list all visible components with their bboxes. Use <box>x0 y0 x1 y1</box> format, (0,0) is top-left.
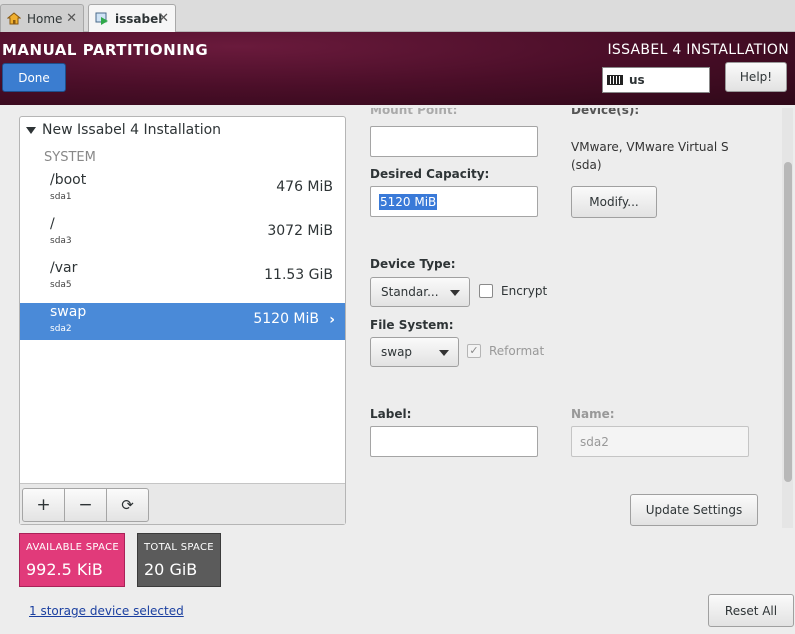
keyboard-layout-value: us <box>629 73 645 87</box>
name-field-label: Name: <box>571 407 615 421</box>
desired-capacity-value: 5120 MiB <box>379 193 438 210</box>
partition-size: 3072 MiB <box>267 223 333 239</box>
partition-row-root[interactable]: / sda3 3072 MiB <box>20 215 345 252</box>
partition-mount: swap <box>50 304 87 320</box>
desired-capacity-label: Desired Capacity: <box>370 167 490 181</box>
partition-mount: / <box>50 216 55 232</box>
device-type-select[interactable]: Standar... <box>370 277 470 307</box>
mount-point-label: Mount Point: <box>370 108 458 117</box>
header-banner: MANUAL PARTITIONING Done ISSABEL 4 INSTA… <box>0 32 795 105</box>
device-type-value: Standar... <box>381 285 439 299</box>
expander-triangle-icon <box>26 126 36 134</box>
partition-row-var[interactable]: /var sda5 11.53 GiB <box>20 259 345 296</box>
modify-button[interactable]: Modify... <box>571 186 657 218</box>
done-button[interactable]: Done <box>2 63 66 92</box>
keyboard-icon <box>607 75 623 85</box>
partition-device: sda2 <box>50 324 72 334</box>
reformat-checkbox[interactable]: ✓ <box>467 344 481 358</box>
browser-tab-bar: Home ✕ issabel ✕ <box>0 0 795 32</box>
available-space-box: AVAILABLE SPACE 992.5 KiB <box>19 533 125 587</box>
partition-toolbar: + − ⟳ <box>20 483 345 524</box>
system-group-label: SYSTEM <box>44 150 96 165</box>
name-input[interactable]: sda2 <box>571 426 749 457</box>
checkmark-icon: ✓ <box>469 344 479 357</box>
tab-home-label: Home <box>27 11 63 26</box>
tab-issabel[interactable]: issabel ✕ <box>88 4 176 32</box>
chevron-right-icon: › <box>329 312 335 328</box>
installation-title: ISSABEL 4 INSTALLATION <box>607 42 789 58</box>
label-field-label: Label: <box>370 407 412 421</box>
partition-mount: /var <box>50 260 78 276</box>
partition-list-panel: New Issabel 4 Installation SYSTEM /boot … <box>19 116 346 525</box>
remove-partition-button[interactable]: − <box>64 488 107 522</box>
scrollbar-thumb[interactable] <box>784 162 792 482</box>
label-input[interactable] <box>370 426 538 457</box>
partition-size: 5120 MiB <box>253 311 319 327</box>
keyboard-layout-indicator[interactable]: us <box>602 67 710 93</box>
partition-size: 476 MiB <box>276 179 333 195</box>
partition-size: 11.53 GiB <box>264 267 333 283</box>
page-title: MANUAL PARTITIONING <box>2 41 209 59</box>
installation-group-header[interactable]: New Issabel 4 Installation <box>26 122 221 138</box>
storage-devices-link[interactable]: 1 storage device selected <box>29 604 184 618</box>
add-partition-button[interactable]: + <box>22 488 65 522</box>
total-space-value: 20 GiB <box>144 560 198 579</box>
file-system-label: File System: <box>370 318 454 332</box>
partition-device: sda3 <box>50 236 72 246</box>
available-space-label: AVAILABLE SPACE <box>26 542 119 553</box>
partition-row-boot[interactable]: /boot sda1 476 MiB <box>20 171 345 208</box>
dropdown-arrow-icon <box>450 290 460 296</box>
desired-capacity-input[interactable]: 5120 MiB <box>370 186 538 217</box>
reset-all-button[interactable]: Reset All <box>708 594 794 627</box>
home-icon <box>7 12 21 25</box>
help-button[interactable]: Help! <box>725 62 787 92</box>
installation-group-title: New Issabel 4 Installation <box>42 122 222 138</box>
reformat-label: Reformat <box>489 344 545 358</box>
tab-issabel-label: issabel <box>115 11 163 26</box>
devices-description: VMware, VMware Virtual S (sda) <box>571 140 729 172</box>
partition-row-swap[interactable]: swap sda2 5120 MiB › <box>20 303 345 340</box>
partition-mount: /boot <box>50 172 87 188</box>
file-system-select[interactable]: swap <box>370 337 459 367</box>
encrypt-label: Encrypt <box>501 284 548 298</box>
tab-home-close-icon[interactable]: ✕ <box>66 11 77 26</box>
total-space-label: TOTAL SPACE <box>144 542 214 553</box>
partition-device: sda1 <box>50 192 72 202</box>
available-space-value: 992.5 KiB <box>26 560 103 579</box>
vm-play-icon <box>95 12 108 25</box>
partition-device: sda5 <box>50 280 72 290</box>
encrypt-checkbox[interactable] <box>479 284 493 298</box>
refresh-button[interactable]: ⟳ <box>106 488 149 522</box>
device-type-label: Device Type: <box>370 257 456 271</box>
file-system-value: swap <box>381 345 413 359</box>
mount-point-input[interactable] <box>370 126 538 157</box>
tab-home[interactable]: Home ✕ <box>0 4 84 32</box>
tab-issabel-close-icon[interactable]: ✕ <box>158 11 169 26</box>
devices-label: Device(s): <box>571 108 640 117</box>
update-settings-button[interactable]: Update Settings <box>630 494 758 526</box>
dropdown-arrow-icon <box>439 350 449 356</box>
total-space-box: TOTAL SPACE 20 GiB <box>137 533 221 587</box>
